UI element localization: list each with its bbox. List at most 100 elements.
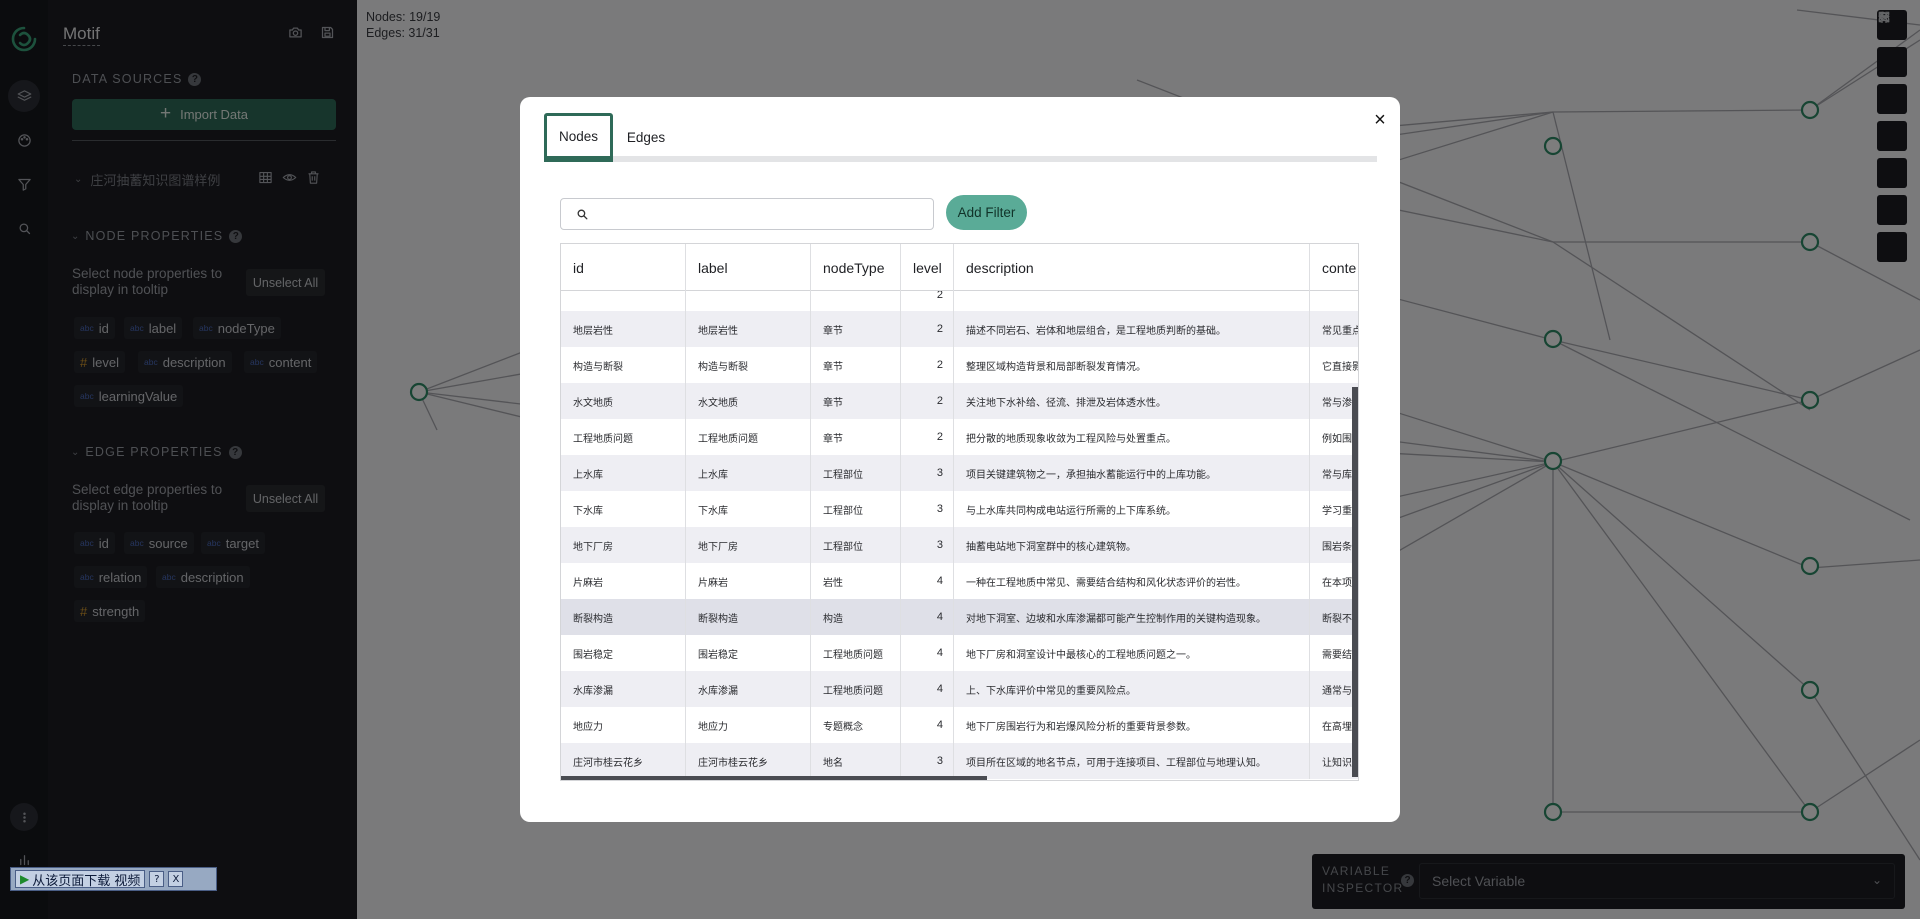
table-cell-id: 水库渗漏 (561, 671, 686, 707)
table-cell-description: 上、下水库评价中常见的重要风险点。 (954, 671, 1310, 707)
data-table-modal: Nodes Edges × Add Filter id label nodeTy… (520, 97, 1400, 822)
table-cell-description: 一种在工程地质中常见、需要结合结构和风化状态评价的岩性。 (954, 563, 1310, 599)
table-cell-label: 水文地质 (686, 383, 811, 419)
table-row[interactable]: 片麻岩 片麻岩 岩性 4 一种在工程地质中常见、需要结合结构和风化状态评价的岩性。 在本项… (561, 563, 1358, 599)
tab-bar: Nodes Edges (544, 113, 1377, 163)
search-input[interactable] (560, 198, 934, 230)
table-cell-content: 它直接影 (1310, 347, 1358, 383)
table-cell-label: 断裂构造 (686, 599, 811, 635)
table-cell-label: 水库渗漏 (686, 671, 811, 707)
download-label: 从该页面下载 视频 (32, 873, 141, 889)
table-cell-nodetype: 工程地质问题 (811, 635, 901, 671)
table-cell-id: 断裂构造 (561, 599, 686, 635)
table-cell-label: 地下厂房 (686, 527, 811, 563)
table-row[interactable]: 地层岩性 地层岩性 章节 2 描述不同岩石、岩体和地层组合，是工程地质判断的基础。 常见重… (561, 311, 1358, 347)
table-cell-label: 下水库 (686, 491, 811, 527)
table-cell-label: 工程地质问题 (686, 419, 811, 455)
column-header-id[interactable]: id (561, 244, 686, 291)
table-row[interactable]: 庄河市桂云花乡 庄河市桂云花乡 地名 3 项目所在区域的地名节点，可用于连接项目、工程部… (561, 743, 1358, 779)
table-cell-id: 地应力 (561, 707, 686, 743)
table-cell-id: 片麻岩 (561, 563, 686, 599)
table-cell-description: 与上水库共同构成电站运行所需的上下库系统。 (954, 491, 1310, 527)
table-cell-nodetype: 工程地质问题 (811, 671, 901, 707)
table-cell-label: 构造与断裂 (686, 347, 811, 383)
table-cell-id: 工程地质问题 (561, 419, 686, 455)
table-cell-label: 片麻岩 (686, 563, 811, 599)
column-header-description[interactable]: description (954, 244, 1310, 291)
table-row[interactable]: 上水库 上水库 工程部位 3 项目关键建筑物之一，承担抽水蓄能运行中的上库功能。 常与库盆 (561, 455, 1358, 491)
table-cell-nodetype: 地名 (811, 743, 901, 779)
column-header-label[interactable]: label (686, 244, 811, 291)
column-header-nodetype[interactable]: nodeType (811, 244, 901, 291)
table-cell-id: 构造与断裂 (561, 347, 686, 383)
table-cell-nodetype: 工程部位 (811, 527, 901, 563)
table-cell-description: 项目所在区域的地名节点，可用于连接项目、工程部位与地理认知。 (954, 743, 1310, 779)
table-cell-id: 地层岩性 (561, 311, 686, 347)
add-filter-button[interactable]: Add Filter (946, 195, 1027, 230)
table-cell-id: 水文地质 (561, 383, 686, 419)
table-cell-level: 4 (901, 671, 954, 707)
table-cell-id: 下水库 (561, 491, 686, 527)
table-cell-level: 2 (901, 383, 954, 419)
table-cell-nodetype: 专题概念 (811, 707, 901, 743)
table-row[interactable]: 构造与断裂 构造与断裂 章节 2 整理区域构造背景和局部断裂发育情况。 它直接影 (561, 347, 1358, 383)
table-cell-description: 抽蓄电站地下洞室群中的核心建筑物。 (954, 527, 1310, 563)
horizontal-scrollbar[interactable] (561, 776, 987, 780)
table-cell-description: 对地下洞室、边坡和水库渗漏都可能产生控制作用的关键构造现象。 (954, 599, 1310, 635)
table-cell-nodetype: 章节 (811, 347, 901, 383)
table-cell-level: 3 (901, 743, 954, 779)
table-cell-nodetype: 章节 (811, 419, 901, 455)
table-row[interactable]: 围岩稳定 围岩稳定 工程地质问题 4 地下厂房和洞室设计中最核心的工程地质问题之一。 需要… (561, 635, 1358, 671)
table-cell-label: 地层岩性 (686, 311, 811, 347)
table-cell-level: 3 (901, 527, 954, 563)
help-icon[interactable]: ? (149, 871, 165, 887)
search-icon (577, 209, 588, 220)
table-cell-level: 3 (901, 491, 954, 527)
tab-nodes[interactable]: Nodes (544, 113, 613, 162)
table-cell-level: 4 (901, 599, 954, 635)
table-cell-nodetype: 章节 (811, 383, 901, 419)
close-icon[interactable]: X (168, 871, 184, 887)
table-cell-level: 2 (901, 347, 954, 383)
table-cell-description: 地下厂房和洞室设计中最核心的工程地质问题之一。 (954, 635, 1310, 671)
table-cell-id: 庄河市桂云花乡 (561, 743, 686, 779)
table-row[interactable]: 断裂构造 断裂构造 构造 4 对地下洞室、边坡和水库渗漏都可能产生控制作用的关键构造现象… (561, 599, 1358, 635)
table-cell-label: 地应力 (686, 707, 811, 743)
table-cell-level: 4 (901, 635, 954, 671)
play-icon: ▶ (20, 872, 30, 886)
table-cell-nodetype: 构造 (811, 599, 901, 635)
table-cell-nodetype: 工程部位 (811, 455, 901, 491)
table-cell-level: 3 (901, 455, 954, 491)
nodes-table: id label nodeType level description cont… (560, 243, 1359, 781)
table-row[interactable]: 工程地质问题 工程地质问题 章节 2 把分散的地质现象收敛为工程风险与处置重点。 例如围岩 (561, 419, 1358, 455)
table-cell-id: 上水库 (561, 455, 686, 491)
table-cell-nodetype: 章节 (811, 311, 901, 347)
download-video-bar: ▶ 从该页面下载 视频 ? X (10, 867, 217, 891)
table-cell-description: 描述不同岩石、岩体和地层组合，是工程地质判断的基础。 (954, 311, 1310, 347)
table-row[interactable]: 地应力 地应力 专题概念 4 地下厂房围岩行为和岩爆风险分析的重要背景参数。 在高埋深 (561, 707, 1358, 743)
table-cell-level: 4 (901, 707, 954, 743)
table-cell-label: 上水库 (686, 455, 811, 491)
table-cell-description: 项目关键建筑物之一，承担抽水蓄能运行中的上库功能。 (954, 455, 1310, 491)
column-header-level[interactable]: level (901, 244, 954, 291)
table-cell-nodetype: 工程部位 (811, 491, 901, 527)
close-icon[interactable]: × (1370, 110, 1390, 130)
table-cell-description: 关注地下水补给、径流、排泄及岩体透水性。 (954, 383, 1310, 419)
table-row[interactable]: 地下厂房 地下厂房 工程部位 3 抽蓄电站地下洞室群中的核心建筑物。 围岩条件 (561, 527, 1358, 563)
table-cell-content: 常见重点 (1310, 311, 1358, 347)
table-row[interactable]: 水文地质 水文地质 章节 2 关注地下水补给、径流、排泄及岩体透水性。 常与渗漏 (561, 383, 1358, 419)
column-header-content[interactable]: conte (1310, 244, 1358, 291)
table-cell-id: 围岩稳定 (561, 635, 686, 671)
table-cell-label: 庄河市桂云花乡 (686, 743, 811, 779)
table-row[interactable]: 水库渗漏 水库渗漏 工程地质问题 4 上、下水库评价中常见的重要风险点。 通常与断 (561, 671, 1358, 707)
table-cell-level: 4 (901, 563, 954, 599)
table-cell-description: 地下厂房围岩行为和岩爆风险分析的重要背景参数。 (954, 707, 1310, 743)
table-cell-nodetype: 岩性 (811, 563, 901, 599)
vertical-scrollbar[interactable] (1352, 387, 1358, 777)
download-video-button[interactable]: ▶ 从该页面下载 视频 (15, 870, 146, 889)
table-cell-description: 把分散的地质现象收敛为工程风险与处置重点。 (954, 419, 1310, 455)
table-cell-level: 2 (901, 419, 954, 455)
tab-edges[interactable]: Edges (620, 113, 672, 162)
table-cell-label: 围岩稳定 (686, 635, 811, 671)
table-row[interactable]: 下水库 下水库 工程部位 3 与上水库共同构成电站运行所需的上下库系统。 学习重点 (561, 491, 1358, 527)
